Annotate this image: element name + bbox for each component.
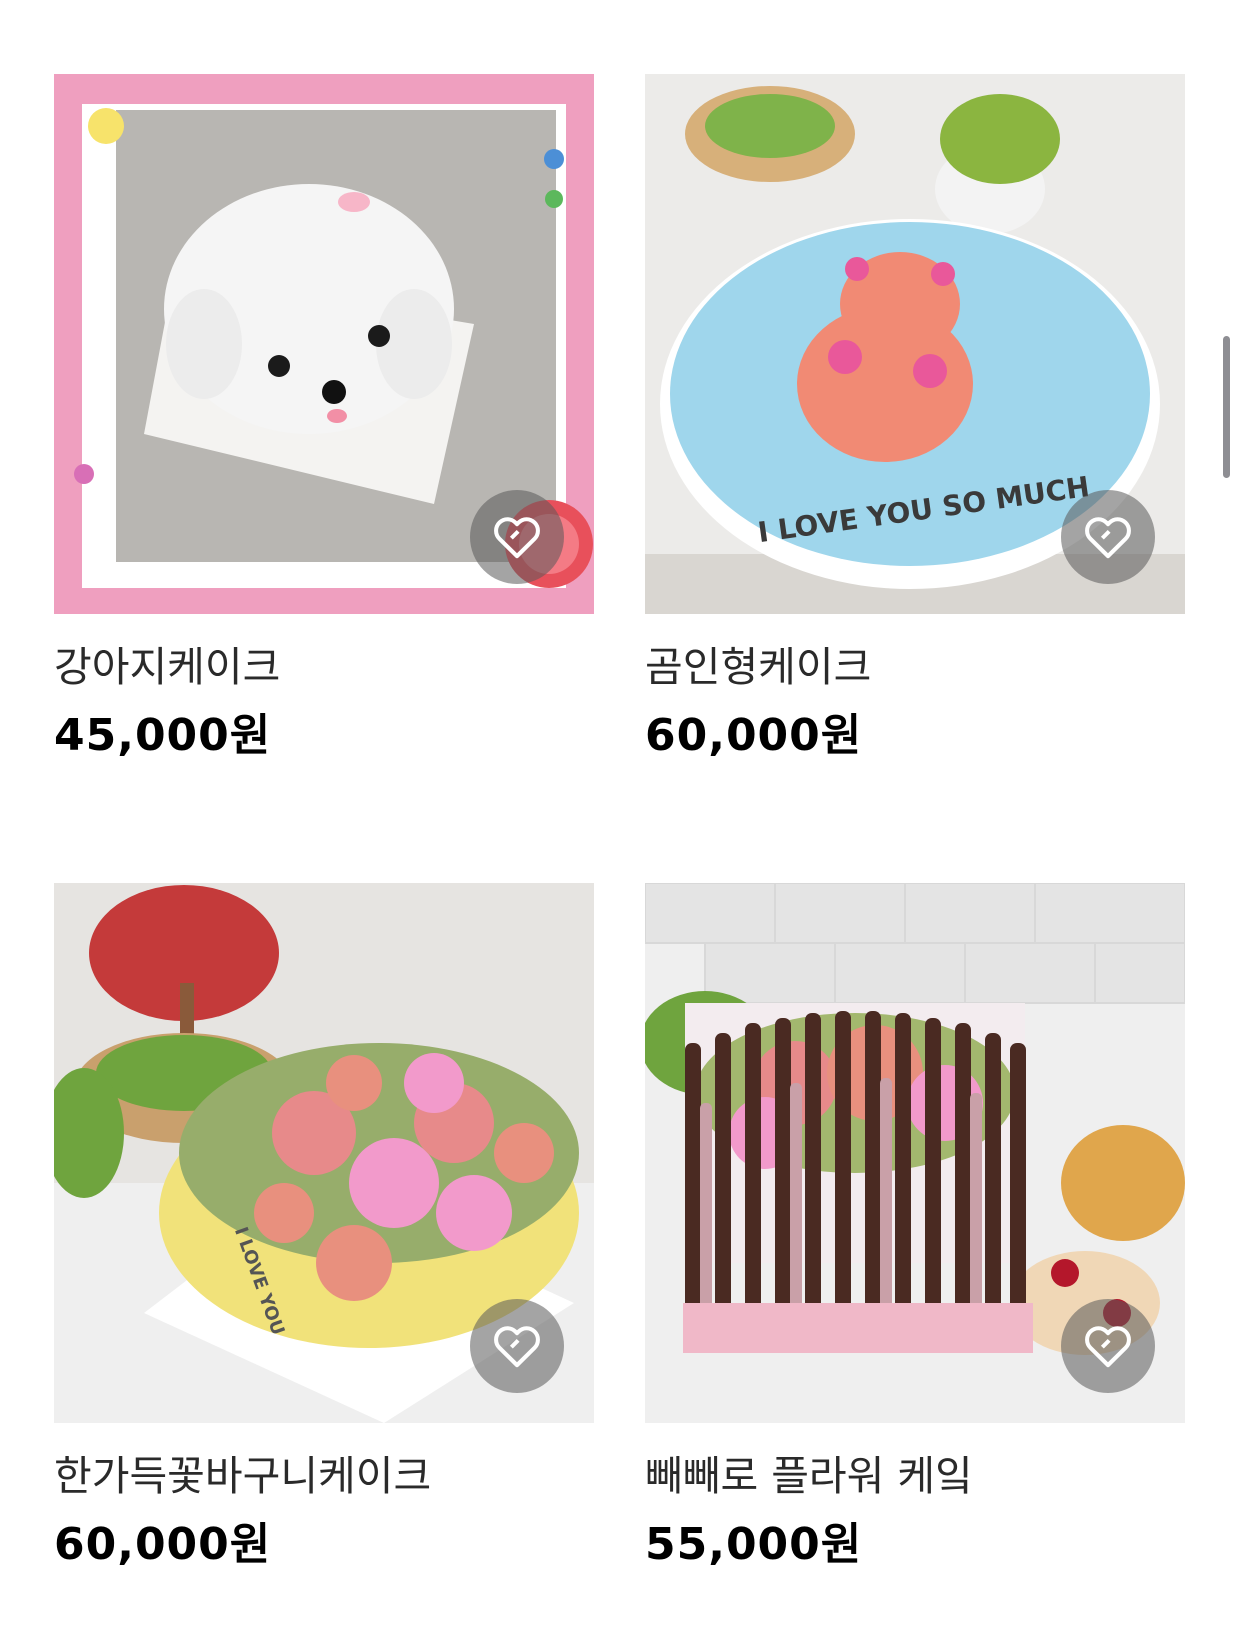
like-button[interactable]: [1061, 490, 1155, 584]
heart-icon: [1085, 1326, 1131, 1368]
product-image[interactable]: [54, 74, 594, 614]
product-name[interactable]: 곰인형케이크: [645, 642, 1185, 692]
product-card[interactable]: I LOVE YOU SO MUCH 곰인형케이크 60,000원: [645, 74, 1185, 762]
product-image[interactable]: I LOVE YOU SO MUCH: [645, 74, 1185, 614]
like-button[interactable]: [470, 1299, 564, 1393]
product-price: 60,000원: [645, 710, 863, 761]
product-card[interactable]: I LOVE YOU 한가득꽃바구니케이크 60,000원: [54, 883, 594, 1571]
product-price: 55,000원: [645, 1519, 863, 1570]
product-card[interactable]: 빼빼로 플라워 케잌 55,000원: [645, 883, 1185, 1571]
heart-icon: [494, 1326, 540, 1368]
product-image[interactable]: I LOVE YOU: [54, 883, 594, 1423]
like-button[interactable]: [1061, 1299, 1155, 1393]
scrollbar[interactable]: [1223, 336, 1230, 478]
product-name[interactable]: 강아지케이크: [54, 642, 594, 692]
product-name[interactable]: 한가득꽃바구니케이크: [54, 1451, 594, 1501]
heart-icon: [1085, 517, 1131, 559]
heart-icon: [494, 517, 540, 559]
product-price: 60,000원: [54, 1519, 272, 1570]
product-image[interactable]: [645, 883, 1185, 1423]
like-button[interactable]: [470, 490, 564, 584]
product-grid: 강아지케이크 45,000원 I LOVE YOU SO MUCH 곰인형케이크…: [0, 0, 1242, 1637]
product-price: 45,000원: [54, 710, 272, 761]
product-name[interactable]: 빼빼로 플라워 케잌: [645, 1451, 1185, 1501]
product-card[interactable]: 강아지케이크 45,000원: [54, 74, 594, 762]
